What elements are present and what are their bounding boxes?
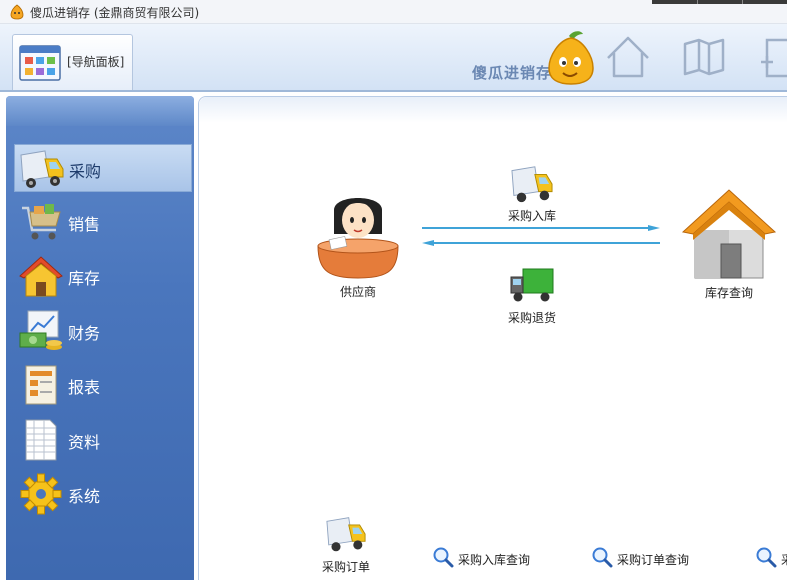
sidebar-header <box>6 96 194 126</box>
sidebar-item-label: 财务 <box>68 324 101 343</box>
purchase-order-query-link[interactable]: 采购订单查询 <box>591 546 701 570</box>
purchase-return-node[interactable]: 采购退货 <box>500 265 564 326</box>
tab-navigation-panel-label: [导航面板] <box>67 55 125 69</box>
sidebar-item-inventory[interactable]: 库存 <box>14 252 192 300</box>
sidebar-item-label: 系统 <box>68 487 101 506</box>
purchase-order-node[interactable]: 采购订单 <box>316 514 376 575</box>
sidebar-item-label: 销售 <box>68 215 101 234</box>
sidebar-item-label: 资料 <box>68 433 101 452</box>
purchase-in-query-label: 采购入库查询 <box>458 553 531 567</box>
search-icon <box>592 547 613 568</box>
book-icon[interactable] <box>681 34 727 80</box>
delivery-truck-icon <box>511 166 553 203</box>
money-chart-icon <box>19 310 62 350</box>
house-icon <box>19 256 63 297</box>
inventory-query-label: 库存查询 <box>704 286 753 300</box>
sidebar-item-finance[interactable]: 财务 <box>14 307 192 355</box>
truck-icon <box>326 517 366 552</box>
window-title: 傻瓜进销存 (金鼎商贸有限公司) <box>30 6 200 20</box>
supplier-clerk-icon <box>317 198 399 279</box>
main-panel <box>198 96 787 580</box>
window-controls[interactable] <box>652 0 787 4</box>
sidebar-item-sales[interactable]: 销售 <box>14 198 192 246</box>
brand-text: 傻瓜进销存 <box>472 64 553 82</box>
tab-navigation-panel[interactable]: [导航面板] <box>12 34 133 90</box>
title-bar: 傻瓜进销存 (金鼎商贸有限公司) <box>0 0 787 24</box>
report-icon <box>25 365 57 405</box>
arrow-right-icon <box>422 225 660 231</box>
sidebar-item-purchase[interactable]: 采购 <box>14 144 192 192</box>
app-logo-icon <box>10 4 24 20</box>
warehouse-house-icon <box>681 189 777 279</box>
truck-icon <box>20 150 64 188</box>
purchase-in-label: 采购入库 <box>507 209 556 223</box>
arrow-left-icon <box>422 240 660 246</box>
sidebar-item-label: 采购 <box>69 162 102 181</box>
search-icon <box>433 547 454 568</box>
sidebar: 采购 销售 库存 财务 报表 资料 系统 <box>6 96 194 580</box>
purchase-order-query-label: 采购订单查询 <box>617 553 690 567</box>
sidebar-item-label: 报表 <box>68 378 101 397</box>
gear-icon <box>20 473 62 515</box>
shopping-cart-icon <box>22 204 61 240</box>
purchase-query-partial-label: 采 <box>781 551 787 568</box>
sidebar-item-system[interactable]: 系统 <box>14 470 192 518</box>
pear-mascot-logo <box>548 31 594 85</box>
add-icon[interactable] <box>755 34 787 80</box>
spreadsheet-icon <box>25 419 57 461</box>
purchase-return-label: 采购退货 <box>507 311 556 325</box>
purchase-in-query-link[interactable]: 采购入库查询 <box>432 546 542 570</box>
return-truck-icon <box>510 268 554 302</box>
supplier-label: 供应商 <box>339 285 376 299</box>
navigation-panel-icon <box>19 45 61 81</box>
purchase-order-label: 采购订单 <box>321 560 370 574</box>
sidebar-item-data[interactable]: 资料 <box>14 416 192 464</box>
toolbar: [导航面板] 傻瓜进销存 <box>0 24 787 92</box>
search-icon <box>756 547 777 568</box>
sidebar-item-label: 库存 <box>68 269 101 288</box>
purchase-in-node[interactable]: 采购入库 <box>500 163 564 224</box>
inventory-query-node[interactable]: 库存查询 <box>680 186 778 301</box>
purchase-query-link-partial[interactable]: 采 <box>755 546 787 570</box>
supplier-node[interactable]: 供应商 <box>310 186 406 300</box>
main-panel-header <box>199 97 787 123</box>
home-icon[interactable] <box>605 34 651 80</box>
sidebar-item-reports[interactable]: 报表 <box>14 361 192 409</box>
